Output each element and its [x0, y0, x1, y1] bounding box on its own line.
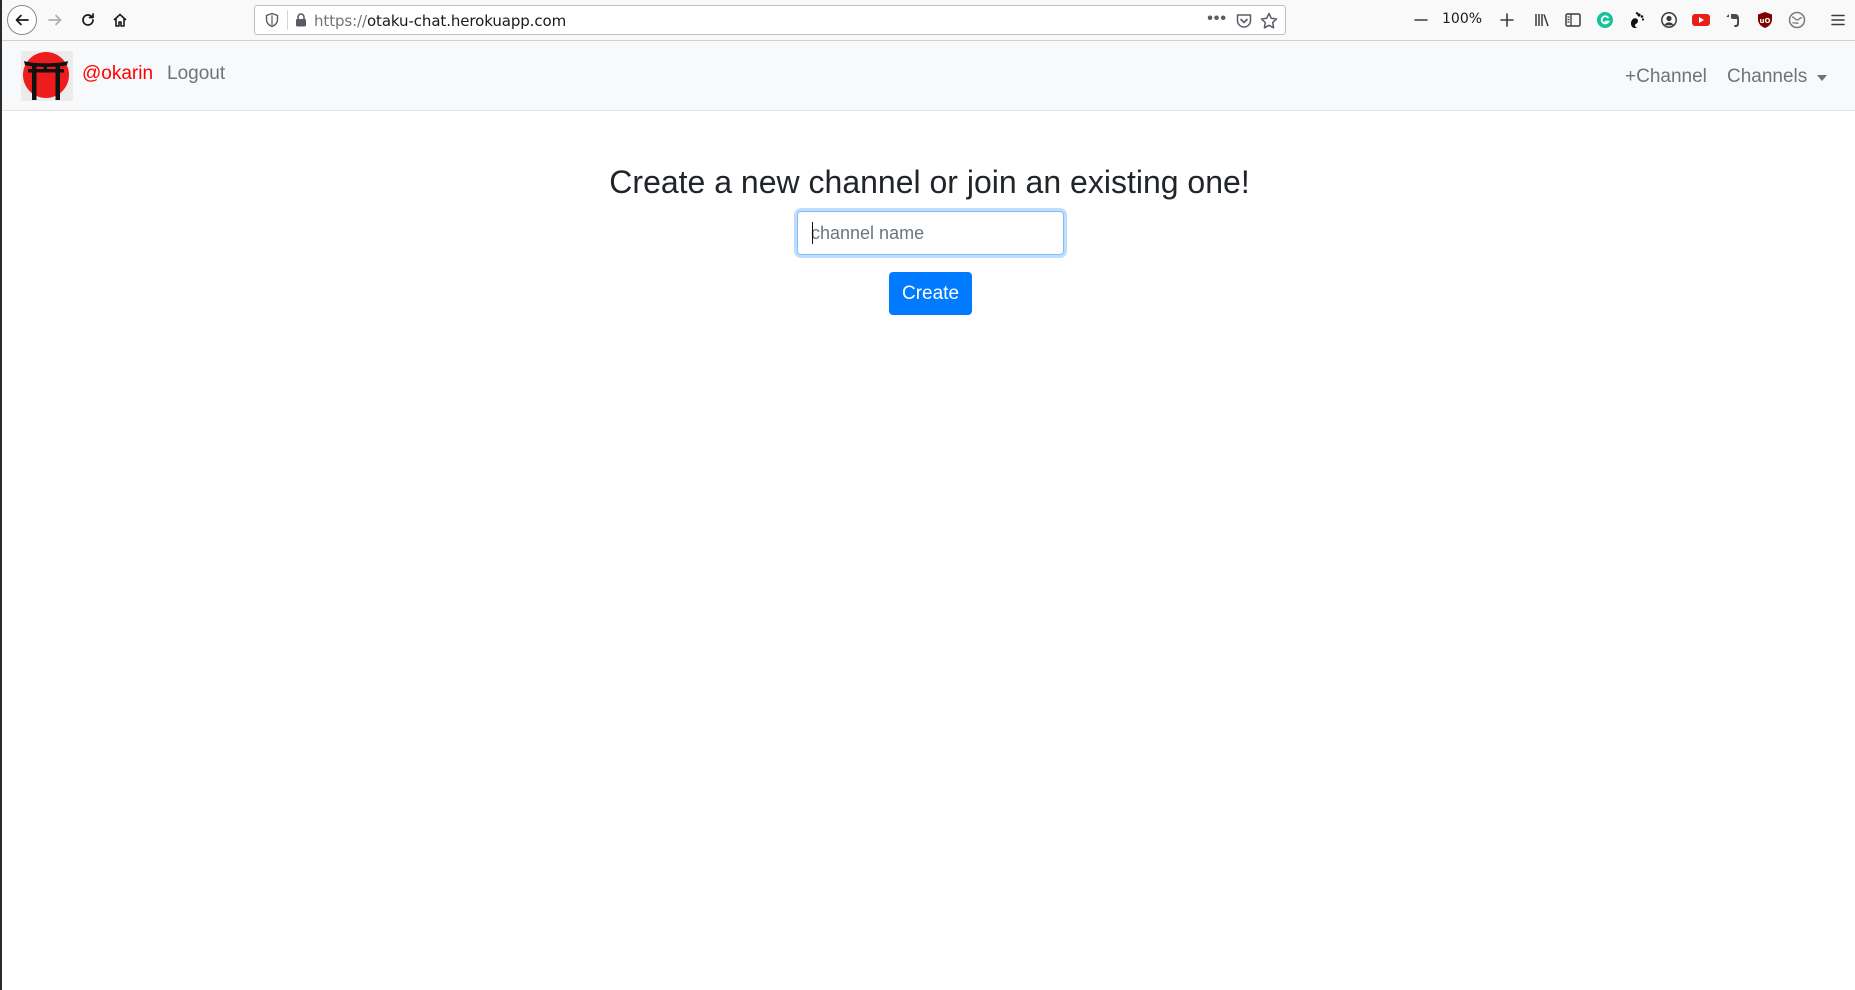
lock-icon[interactable]: [293, 12, 309, 28]
grammarly-icon[interactable]: [1595, 10, 1615, 30]
sidebar-icon[interactable]: [1563, 10, 1583, 30]
zoom-out-icon[interactable]: [1410, 9, 1432, 31]
library-icon[interactable]: [1532, 10, 1552, 30]
home-icon: [113, 13, 127, 27]
back-icon: [15, 14, 29, 26]
create-button[interactable]: Create: [889, 272, 972, 315]
url-separator: [287, 10, 288, 30]
reload-icon: [82, 13, 94, 26]
url-text[interactable]: https://otaku-chat.herokuapp.com: [314, 12, 566, 30]
channels-dropdown-label: Channels: [1727, 66, 1808, 87]
shield-icon[interactable]: [264, 12, 280, 28]
browser-toolbar: https://otaku-chat.herokuapp.com ••• 100…: [2, 0, 1855, 41]
page-title: Create a new channel or join an existing…: [609, 164, 1250, 200]
caret-down-icon: [1817, 75, 1828, 81]
account-icon[interactable]: [1659, 10, 1679, 30]
zoom-in-icon[interactable]: [1496, 9, 1518, 31]
extension-icon[interactable]: [1787, 10, 1807, 30]
add-channel-link[interactable]: +Channel: [1625, 66, 1707, 88]
svg-text:uO: uO: [1760, 17, 1771, 25]
navbar: @okarin Logout +Channel Channels: [2, 41, 1855, 111]
torii-logo[interactable]: [21, 51, 73, 101]
forward-icon: [48, 14, 62, 26]
url-bar[interactable]: https://otaku-chat.herokuapp.com •••: [254, 5, 1286, 35]
back-button[interactable]: [7, 5, 37, 35]
pocket-icon[interactable]: [1235, 12, 1253, 30]
youtube-icon[interactable]: [1691, 10, 1711, 30]
url-host: otaku-chat.herokuapp.com: [366, 12, 567, 30]
torii-gate-icon: [21, 51, 73, 101]
more-icon[interactable]: •••: [1207, 10, 1227, 28]
bookmark-star-icon[interactable]: [1259, 11, 1279, 31]
logout-link[interactable]: Logout: [167, 63, 225, 85]
evernote-icon[interactable]: [1723, 10, 1743, 30]
channels-dropdown[interactable]: Channels: [1727, 66, 1828, 88]
username-link[interactable]: @okarin: [82, 63, 153, 85]
home-button[interactable]: [105, 5, 135, 35]
forward-button[interactable]: [40, 5, 70, 35]
zoom-level[interactable]: 100%: [1442, 11, 1482, 27]
reload-button[interactable]: [73, 5, 103, 35]
menu-icon[interactable]: [1828, 10, 1848, 30]
url-protocol: https://: [314, 12, 367, 30]
gnome-icon[interactable]: [1627, 10, 1647, 30]
text-cursor: [812, 222, 813, 244]
ublock-icon[interactable]: uO: [1755, 10, 1775, 30]
channel-name-input[interactable]: [797, 211, 1064, 255]
